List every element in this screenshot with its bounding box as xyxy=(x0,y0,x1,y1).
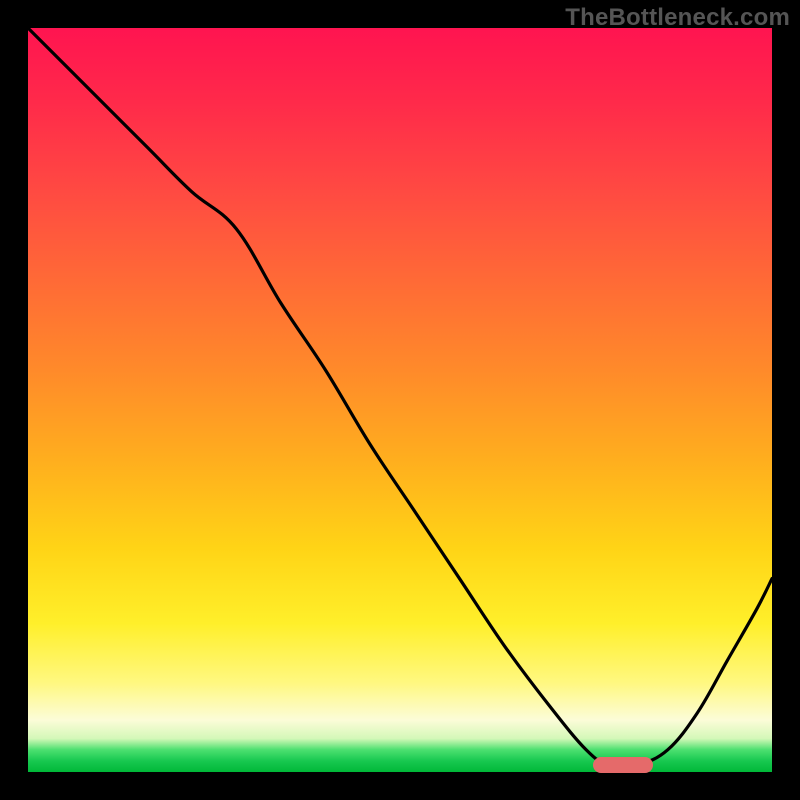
bottleneck-curve xyxy=(28,28,772,772)
watermark-text: TheBottleneck.com xyxy=(565,4,790,32)
plot-frame xyxy=(28,28,772,772)
optimal-marker xyxy=(593,757,653,773)
